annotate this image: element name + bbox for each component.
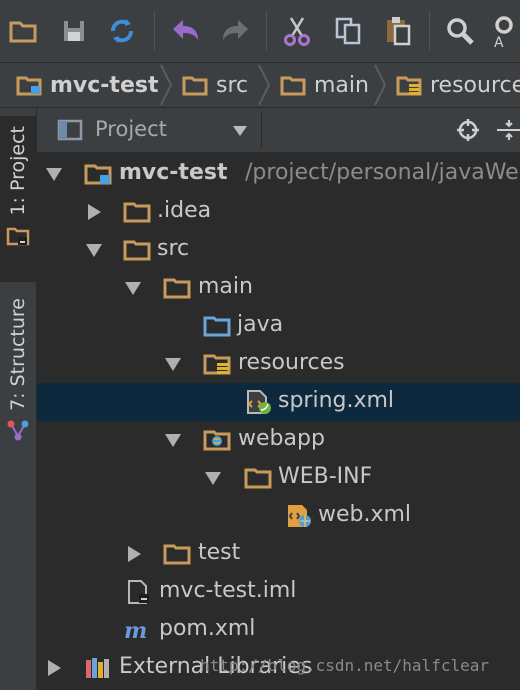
project-view-icon — [57, 119, 83, 141]
iml-file-icon — [125, 580, 153, 604]
find-icon[interactable] — [443, 14, 477, 48]
tool-window-strip: 1: Project 7: Structure — [0, 108, 37, 690]
tree-label: resources — [238, 350, 345, 375]
source-folder-icon — [203, 314, 231, 338]
breadcrumb-label: src — [216, 72, 249, 98]
project-tree: mvc-test /project/personal/javaWeb .idea… — [37, 153, 520, 690]
collapse-arrow-icon[interactable] — [125, 545, 143, 563]
folder-icon — [244, 466, 272, 490]
tree-row-main[interactable]: main — [37, 269, 520, 307]
folder-icon — [123, 200, 151, 224]
folder-icon — [123, 238, 151, 262]
module-folder-icon — [84, 162, 112, 186]
libraries-icon — [84, 656, 112, 680]
tree-row-src[interactable]: src — [37, 231, 520, 269]
breadcrumb-item-src[interactable]: src — [182, 63, 248, 107]
save-icon[interactable] — [57, 14, 91, 48]
tab-structure-label: 7: Structure — [7, 298, 29, 411]
tab-project-label: 1: Project — [7, 126, 29, 216]
tab-project[interactable]: 1: Project — [0, 116, 36, 282]
expand-arrow-icon[interactable] — [164, 431, 182, 449]
folder-icon — [163, 276, 191, 300]
tree-label: web.xml — [318, 502, 412, 527]
expand-arrow-icon[interactable] — [124, 279, 142, 297]
resources-folder-icon — [396, 74, 422, 96]
tree-label: main — [198, 274, 253, 299]
toolbar-separator — [429, 12, 430, 50]
folder-icon — [182, 74, 208, 96]
breadcrumb-label: resources — [430, 72, 520, 98]
tree-label: test — [198, 540, 241, 565]
undo-icon[interactable] — [169, 14, 203, 48]
tree-label: webapp — [238, 426, 325, 451]
expand-arrow-icon[interactable] — [204, 469, 222, 487]
tree-label: .idea — [157, 198, 212, 223]
replace-icon[interactable]: A — [490, 14, 520, 48]
collapse-all-icon[interactable] — [497, 118, 520, 142]
tree-row-webapp[interactable]: webapp — [37, 421, 520, 459]
tree-row-pom-xml[interactable]: m pom.xml — [37, 611, 520, 649]
collapse-arrow-icon[interactable] — [85, 203, 103, 221]
tree-row-mvc-test-iml[interactable]: mvc-test.iml — [37, 573, 520, 611]
main-toolbar: A — [0, 0, 520, 63]
maven-icon: m — [123, 618, 151, 642]
breadcrumb: mvc-test src main resources — [0, 63, 520, 108]
tree-row-idea[interactable]: .idea — [37, 193, 520, 231]
tree-row-web-xml[interactable]: web.xml — [37, 497, 520, 535]
redo-icon[interactable] — [218, 14, 252, 48]
tree-row-mvc-test[interactable]: mvc-test /project/personal/javaWeb — [37, 155, 520, 193]
spring-xml-icon — [245, 390, 273, 414]
folder-icon — [280, 74, 306, 96]
tree-path: /project/personal/javaWeb — [245, 160, 520, 185]
folder-icon — [163, 542, 191, 566]
resources-folder-icon — [203, 352, 231, 376]
tree-row-java[interactable]: java — [37, 307, 520, 345]
tab-structure[interactable]: 7: Structure — [0, 298, 36, 468]
breadcrumb-item-main[interactable]: main — [280, 63, 369, 107]
web-xml-icon — [285, 504, 313, 528]
breadcrumb-item-mvc-test[interactable]: mvc-test — [16, 63, 159, 107]
header-separator — [261, 112, 262, 148]
expand-arrow-icon[interactable] — [85, 241, 103, 259]
tree-label: WEB-INF — [278, 464, 373, 489]
project-view-selector[interactable]: Project — [95, 117, 167, 141]
module-folder-icon — [16, 74, 42, 96]
structure-tab-icon — [6, 419, 30, 443]
chevron-right-icon — [373, 63, 387, 107]
tree-row-test[interactable]: test — [37, 535, 520, 573]
toolbar-separator — [154, 12, 155, 50]
chevron-right-icon — [159, 63, 173, 107]
toolbar-separator — [266, 12, 267, 50]
sync-icon[interactable] — [105, 14, 139, 48]
cut-icon[interactable] — [280, 14, 314, 48]
collapse-arrow-icon[interactable] — [45, 659, 63, 677]
web-folder-icon — [203, 428, 231, 452]
tree-label: java — [237, 312, 284, 337]
tree-row-resources[interactable]: resources — [37, 345, 520, 383]
scroll-from-source-icon[interactable] — [456, 118, 480, 142]
breadcrumb-label: mvc-test — [50, 72, 159, 98]
open-icon[interactable] — [6, 14, 40, 48]
paste-icon[interactable] — [381, 14, 415, 48]
tree-label: spring.xml — [278, 388, 395, 413]
chevron-down-icon[interactable] — [233, 126, 247, 136]
expand-arrow-icon[interactable] — [164, 355, 182, 373]
project-tab-icon — [6, 224, 30, 248]
expand-arrow-icon[interactable] — [45, 165, 63, 183]
tree-row-spring-xml[interactable]: spring.xml — [37, 383, 520, 421]
tree-label: pom.xml — [159, 616, 256, 641]
project-panel-header: Project — [37, 108, 520, 153]
tree-label: mvc-test.iml — [159, 578, 297, 603]
svg-text:A: A — [494, 35, 504, 48]
tree-label: mvc-test — [119, 160, 228, 185]
svg-text:m: m — [124, 618, 147, 642]
breadcrumb-item-resources[interactable]: resources — [396, 63, 520, 107]
chevron-right-icon — [257, 63, 271, 107]
tree-label: src — [157, 236, 190, 261]
tree-row-web-inf[interactable]: WEB-INF — [37, 459, 520, 497]
watermark: http://blog.csdn.net/halfclear — [200, 656, 489, 675]
breadcrumb-label: main — [314, 72, 369, 98]
copy-icon[interactable] — [331, 14, 365, 48]
